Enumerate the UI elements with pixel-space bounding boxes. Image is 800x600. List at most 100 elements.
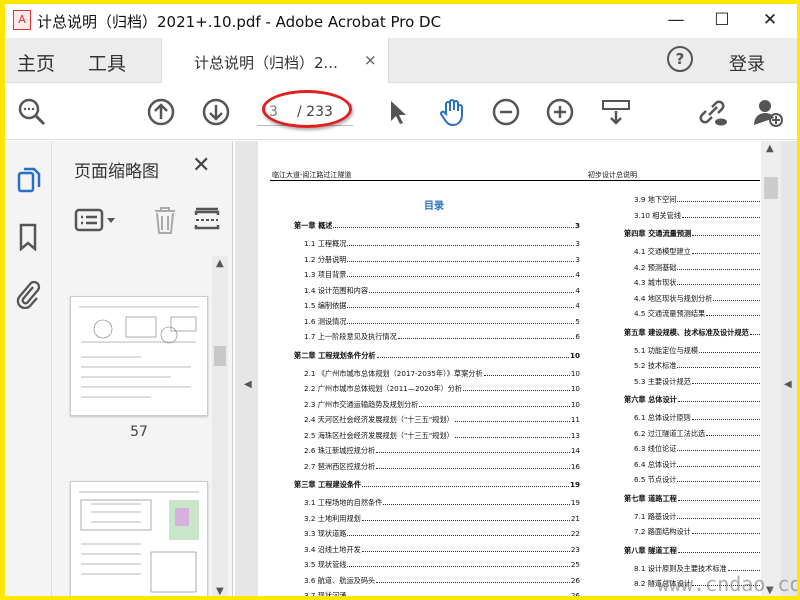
toc-entry[interactable]: 1.7 上一阶段意见及执行情况 6 xyxy=(304,332,580,342)
toc-entry[interactable]: 3.3 现状道路 22 xyxy=(304,529,580,539)
page-header-right: 初步设计总说明 xyxy=(588,171,637,179)
toc-entry[interactable]: 6.3 线位论证 xyxy=(634,444,761,454)
toc-entry[interactable]: 6.4 总体设计 xyxy=(634,460,761,470)
thumbnails-scrollbar[interactable]: ▲ ▼ xyxy=(212,256,228,596)
zoom-out-icon[interactable] xyxy=(491,97,521,127)
toc-entry-title: 2.6 珠江新城控规分析 xyxy=(304,446,376,455)
toc-entry[interactable]: 4.2 预测基础 xyxy=(634,263,761,273)
toc-entry[interactable]: 3.9 地下空间 xyxy=(634,195,761,205)
toc-chapter[interactable]: 第五章 建设规模、技术标准及设计规范 xyxy=(624,328,761,338)
toc-entry-title: 1.3 项目背景 xyxy=(304,270,347,279)
maximize-button[interactable]: ☐ xyxy=(699,4,745,38)
toc-entry[interactable]: 6.1 总体设计原则 xyxy=(634,413,761,423)
toc-entry[interactable]: 1.2 分册说明 3 xyxy=(304,255,580,265)
close-window-button[interactable]: ✕ xyxy=(747,4,793,38)
page-thumbnails-icon[interactable] xyxy=(17,167,41,195)
toc-entry[interactable]: 2.5 海珠区社会经济发展规划（"十三五"规划） 13 xyxy=(304,431,580,441)
toc-entry[interactable]: 3.4 沿线土地开发 23 xyxy=(304,545,580,555)
thumbnails-scroll-thumb[interactable] xyxy=(214,346,226,366)
toc-entry[interactable]: 2.3 广州市交通运输趋势及规划分析 10 xyxy=(304,400,580,410)
toc-entry[interactable]: 7.2 路面结构设计 xyxy=(634,527,761,537)
search-icon[interactable] xyxy=(17,97,47,127)
toc-chapter[interactable]: 第二章 工程规划条件分析 10 xyxy=(294,351,580,361)
toc-entry[interactable]: 3.2 土地利用规划 21 xyxy=(304,514,580,524)
header-rule xyxy=(270,180,760,181)
toc-entry-title: 5.1 功能定位与规模 xyxy=(634,345,699,355)
toc-entry[interactable]: 4.1 交通模型建立 xyxy=(634,247,761,257)
hand-tool-icon[interactable] xyxy=(437,97,467,127)
toc-entry[interactable]: 2.1 《广州市城市总体规划（2017-2035年）》草案分析 10 xyxy=(304,369,580,379)
toc-page-number: 26 xyxy=(570,591,580,596)
toc-entry[interactable]: 6.5 节点设计 xyxy=(634,475,761,485)
toc-entry[interactable]: 5.3 主要设计规范 xyxy=(634,377,761,387)
close-tab-button[interactable]: × xyxy=(364,51,377,69)
bookmarks-icon[interactable] xyxy=(18,223,38,251)
minimize-button[interactable]: — xyxy=(653,4,699,38)
add-user-icon[interactable] xyxy=(753,97,783,127)
close-panel-button[interactable]: ✕ xyxy=(192,153,210,178)
dot-leader xyxy=(677,395,760,402)
next-page-icon[interactable] xyxy=(201,97,231,127)
login-button[interactable]: 登录 xyxy=(729,50,765,76)
dot-leader xyxy=(677,278,760,285)
toc-entry[interactable]: 4.3 城市现状 xyxy=(634,278,761,288)
thumbnail-page-58[interactable] xyxy=(70,481,208,596)
delete-page-icon[interactable] xyxy=(152,205,178,235)
dot-leader xyxy=(706,429,760,436)
tab-tools[interactable]: 工具 xyxy=(88,49,126,76)
dot-leader xyxy=(463,384,570,391)
toc-page-number: 16 xyxy=(570,461,580,471)
toc-entry-title: 2.5 海珠区社会经济发展规划（"十三五"规划） xyxy=(304,430,454,440)
extract-page-icon[interactable] xyxy=(194,205,220,235)
attachments-icon[interactable] xyxy=(15,279,41,309)
document-scrollbar[interactable]: ▲ ▼ xyxy=(761,141,781,596)
toc-entry-title: 3.5 现状管线 xyxy=(304,560,347,569)
tab-home[interactable]: 主页 xyxy=(17,49,55,76)
toc-entry[interactable]: 1.1 工程概况 3 xyxy=(304,239,580,249)
toc-chapter[interactable]: 第一章 概述 3 xyxy=(294,221,580,231)
options-menu-icon[interactable] xyxy=(74,207,120,233)
toc-entry[interactable]: 2.6 珠江新城控规分析 14 xyxy=(304,446,580,456)
toc-entry[interactable]: 1.3 项目背景 4 xyxy=(304,270,580,280)
toc-entry[interactable]: 2.4 天河区社会经济发展规划（"十三五"规划） 11 xyxy=(304,415,580,425)
share-link-icon[interactable] xyxy=(697,97,727,127)
scroll-up-arrow-icon[interactable]: ▲ xyxy=(216,258,224,269)
toc-entry[interactable]: 5.2 技术标准 xyxy=(634,361,761,371)
toc-entry[interactable]: 1.4 设计范围和内容 4 xyxy=(304,286,580,296)
toc-entry[interactable]: 1.6 测设情况 5 xyxy=(304,317,580,327)
toc-entry[interactable]: 2.7 琶洲西区控规分析 16 xyxy=(304,462,580,472)
help-icon[interactable]: ? xyxy=(667,46,693,72)
toc-entry[interactable]: 2.2 广州市城市总体规划（2011—2020年）分析 10 xyxy=(304,384,580,394)
thumbnail-page-57[interactable] xyxy=(70,296,208,416)
document-view: ◀ 临江大道-阅江路过江隧道 初步设计总说明 目录 第一章 概述 3 1.1 工程概… xyxy=(235,141,797,596)
previous-page-icon[interactable] xyxy=(146,97,176,127)
dot-leader xyxy=(677,195,760,202)
toc-entry[interactable]: 3.5 现状管线 25 xyxy=(304,560,580,570)
toc-entry[interactable]: 3.7 现状河涌 26 xyxy=(304,591,580,596)
scroll-down-arrow-icon[interactable]: ▼ xyxy=(216,586,224,596)
zoom-in-icon[interactable] xyxy=(545,97,575,127)
toc-entry[interactable]: 6.2 过江隧道工法比选 xyxy=(634,429,761,439)
document-scroll-thumb[interactable] xyxy=(764,177,778,199)
collapse-left-panel-icon[interactable]: ◀ xyxy=(244,379,252,390)
toc-chapter[interactable]: 第六章 总体设计 xyxy=(624,395,761,405)
toc-entry[interactable]: 7.1 路基设计 xyxy=(634,512,761,522)
toc-chapter[interactable]: 第三章 工程建设条件 19 xyxy=(294,480,580,490)
page-display-icon[interactable] xyxy=(601,97,631,127)
toc-entry[interactable]: 3.10 相关管线 xyxy=(634,211,761,221)
doc-scroll-up-icon[interactable]: ▲ xyxy=(766,143,774,154)
toc-entry[interactable]: 3.6 航道、航运及码头 26 xyxy=(304,576,580,586)
toc-chapter[interactable]: 第七章 道路工程 xyxy=(624,494,761,504)
toc-entry[interactable]: 3.1 工程场地的自然条件 19 xyxy=(304,498,580,508)
toc-entry[interactable]: 4.4 地区现状与规划分析 xyxy=(634,294,761,304)
toc-chapter[interactable]: 第四章 交通流量预测 xyxy=(624,229,761,239)
toc-entry-title: 第四章 交通流量预测 xyxy=(624,229,692,238)
toc-entry[interactable]: 1.5 编制依据 4 xyxy=(304,301,580,311)
toc-chapter[interactable]: 第八章 隧道工程 xyxy=(624,546,761,556)
expand-right-panel-icon[interactable]: ◀ xyxy=(784,379,792,390)
toc-entry[interactable]: 5.1 功能定位与规模 xyxy=(634,346,761,356)
toc-page-number: 3 xyxy=(575,254,580,264)
tab-document[interactable]: 计总说明（归档）2... × xyxy=(161,38,389,83)
select-cursor-icon[interactable] xyxy=(383,97,413,127)
toc-entry[interactable]: 4.5 交通流量预测结果 xyxy=(634,309,761,319)
